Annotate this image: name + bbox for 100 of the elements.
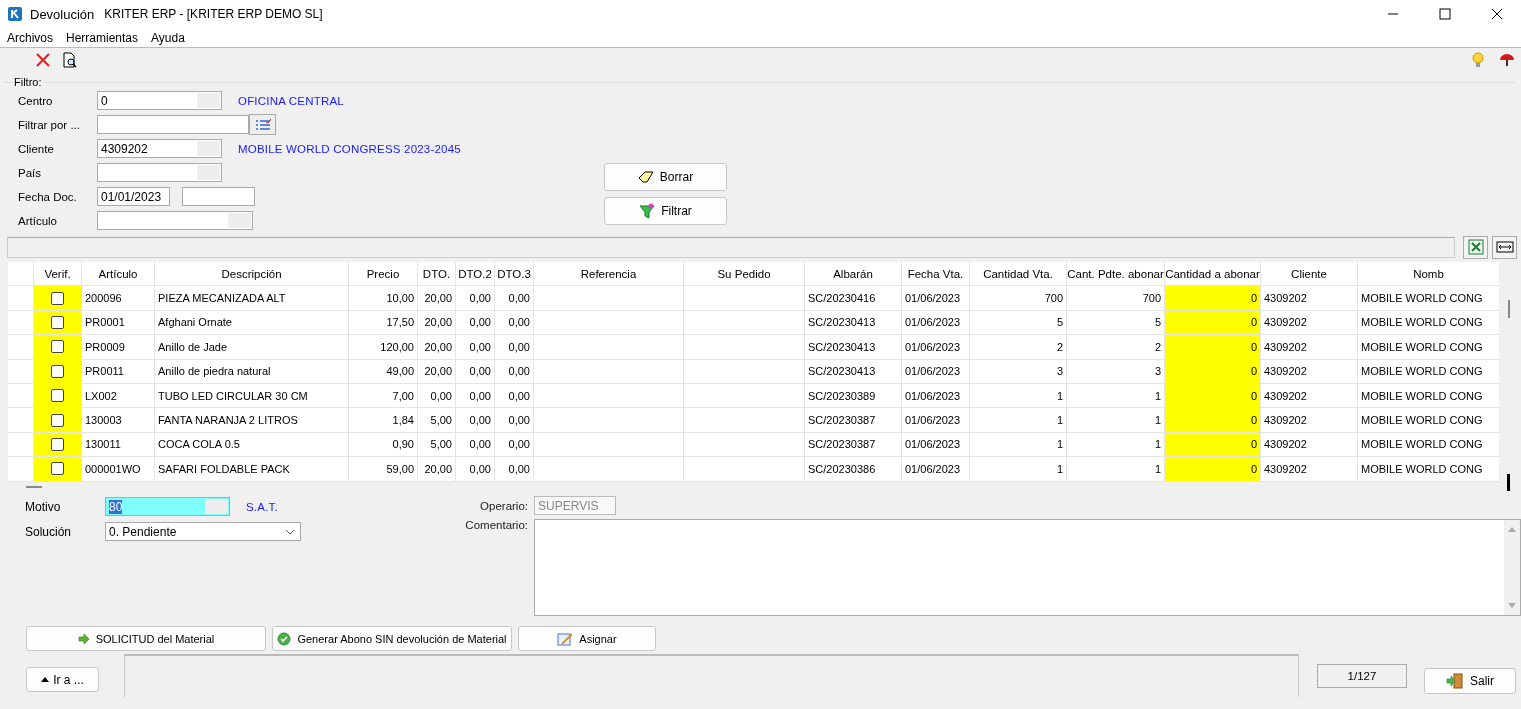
table-cell: 20,00 [418, 457, 456, 481]
menu-item[interactable]: Archivos [7, 30, 53, 45]
column-header[interactable]: DTO.2 [456, 262, 495, 286]
credit-note-button[interactable]: Generar Abono SIN devolución de Material [272, 626, 512, 651]
table-cell: 4309202 [1261, 359, 1358, 383]
table-cell: PR0009 [82, 335, 155, 359]
table-cell: 4309202 [1261, 286, 1358, 310]
solution-dropdown[interactable]: 0. Pendiente [105, 522, 301, 541]
column-header[interactable]: Referencia [534, 262, 684, 286]
table-cell: 20,00 [418, 310, 456, 335]
table-cell: 0,00 [456, 383, 495, 408]
column-header[interactable]: Cantidad a abonar [1165, 262, 1261, 286]
table-cell: 20,00 [418, 286, 456, 310]
lightbulb-icon[interactable] [1471, 52, 1485, 68]
lookup-field[interactable] [97, 211, 253, 230]
table-cell: 10,00 [349, 286, 418, 310]
table-cell: 0 [1165, 310, 1261, 335]
table-cell: 0 [1165, 408, 1261, 432]
table-cell: 0 [1165, 457, 1261, 481]
row-checkbox[interactable] [51, 291, 64, 305]
table-cell: 0,00 [456, 310, 495, 335]
table-cell: 1 [970, 432, 1067, 457]
table-cell: 0,00 [418, 383, 456, 408]
date-from-field[interactable]: 01/01/2023 [97, 187, 170, 206]
row-checkbox[interactable] [51, 413, 64, 427]
table-cell: 4309202 [1261, 432, 1358, 457]
close-icon[interactable] [1491, 8, 1503, 20]
delete-icon[interactable] [36, 53, 50, 67]
table-cell: 0,00 [495, 408, 534, 432]
fit-columns-button[interactable] [1492, 235, 1517, 259]
row-checkbox[interactable] [51, 437, 64, 451]
reason-field[interactable]: 80 [105, 497, 230, 516]
row-checkbox[interactable] [51, 340, 64, 354]
table-cell: COCA COLA 0.5 [155, 432, 349, 457]
exit-button[interactable]: Salir [1424, 668, 1516, 694]
table-cell: 1 [970, 408, 1067, 432]
list-icon [254, 118, 271, 131]
print-preview-icon[interactable] [62, 52, 78, 68]
excel-export-button[interactable] [1463, 235, 1488, 259]
row-checkbox[interactable] [51, 364, 64, 378]
table-cell: PR0001 [82, 310, 155, 335]
table-cell: 01/06/2023 [902, 408, 970, 432]
column-header[interactable]: Cantidad Vta. [970, 262, 1067, 286]
scrollbar-thumb[interactable] [1507, 300, 1510, 318]
clear-button[interactable]: Borrar [604, 163, 727, 191]
column-header[interactable]: Cant. Pdte. abonar [1067, 262, 1165, 286]
table-cell: SC/20230386 [805, 457, 902, 481]
lookup-field[interactable]: 4309202 [97, 139, 222, 158]
scrollbar-thumb[interactable] [26, 485, 42, 488]
table-cell: 49,00 [349, 359, 418, 383]
filter-field[interactable] [97, 115, 249, 134]
material-request-button[interactable]: SOLICITUD del Material [26, 626, 266, 651]
table-cell: 20,00 [418, 335, 456, 359]
table-cell: SAFARI FOLDABLE PACK [155, 457, 349, 481]
column-header[interactable]: DTO. [418, 262, 456, 286]
column-header[interactable]: Albarán [805, 262, 902, 286]
lookup-field[interactable]: 0 [97, 91, 222, 110]
field-label: Operario: [479, 499, 529, 512]
maximize-icon[interactable] [1439, 8, 1451, 20]
menu-item[interactable]: Herramientas [66, 30, 139, 45]
filter-legend: Filtro: [13, 76, 43, 88]
field-label: Artículo [18, 214, 58, 227]
column-header[interactable]: Su Pedido [684, 262, 805, 286]
column-header[interactable]: Fecha Vta. [902, 262, 970, 286]
date-to-field[interactable] [182, 187, 255, 206]
table-cell: 01/06/2023 [902, 383, 970, 408]
table-cell: PIEZA MECANIZADA ALT [155, 286, 349, 310]
table-cell: Anillo de piedra natural [155, 359, 349, 383]
column-header[interactable]: Verif. [34, 262, 82, 286]
filter-list-button[interactable] [249, 114, 276, 135]
goto-button[interactable]: Ir a ... [26, 667, 99, 692]
column-header[interactable]: DTO.3 [495, 262, 534, 286]
table-cell: 0,00 [495, 335, 534, 359]
table-cell: SC/20230413 [805, 359, 902, 383]
table-cell: 4309202 [1261, 335, 1358, 359]
row-checkbox[interactable] [51, 389, 64, 403]
assign-button[interactable]: Asignar [518, 626, 656, 651]
table-cell: 01/06/2023 [902, 359, 970, 383]
column-header[interactable]: Cliente [1261, 262, 1358, 286]
column-header[interactable]: Descripción [155, 262, 349, 286]
table-cell: 01/06/2023 [902, 310, 970, 335]
window-title: Devolución [30, 6, 95, 22]
table-cell: SC/20230416 [805, 286, 902, 310]
lookup-field[interactable] [97, 163, 222, 182]
table-cell: 130003 [82, 408, 155, 432]
column-header[interactable]: Artículo [82, 262, 155, 286]
table-cell: 0 [1165, 359, 1261, 383]
row-checkbox[interactable] [51, 462, 64, 476]
filter-button[interactable]: Filtrar [604, 197, 727, 225]
app-title: KRITER ERP - [KRITER ERP DEMO SL] [104, 7, 323, 21]
door-exit-icon [1446, 673, 1464, 689]
table-cell: 1,84 [349, 408, 418, 432]
menu-item[interactable]: Ayuda [151, 30, 185, 45]
table-cell: 59,00 [349, 457, 418, 481]
app-logo-icon [8, 7, 22, 21]
table-cell: 0,00 [456, 457, 495, 481]
row-checkbox[interactable] [51, 315, 64, 329]
table-cell: 0 [1165, 383, 1261, 408]
table-cell: 0,00 [495, 383, 534, 408]
column-header[interactable]: Precio [349, 262, 418, 286]
